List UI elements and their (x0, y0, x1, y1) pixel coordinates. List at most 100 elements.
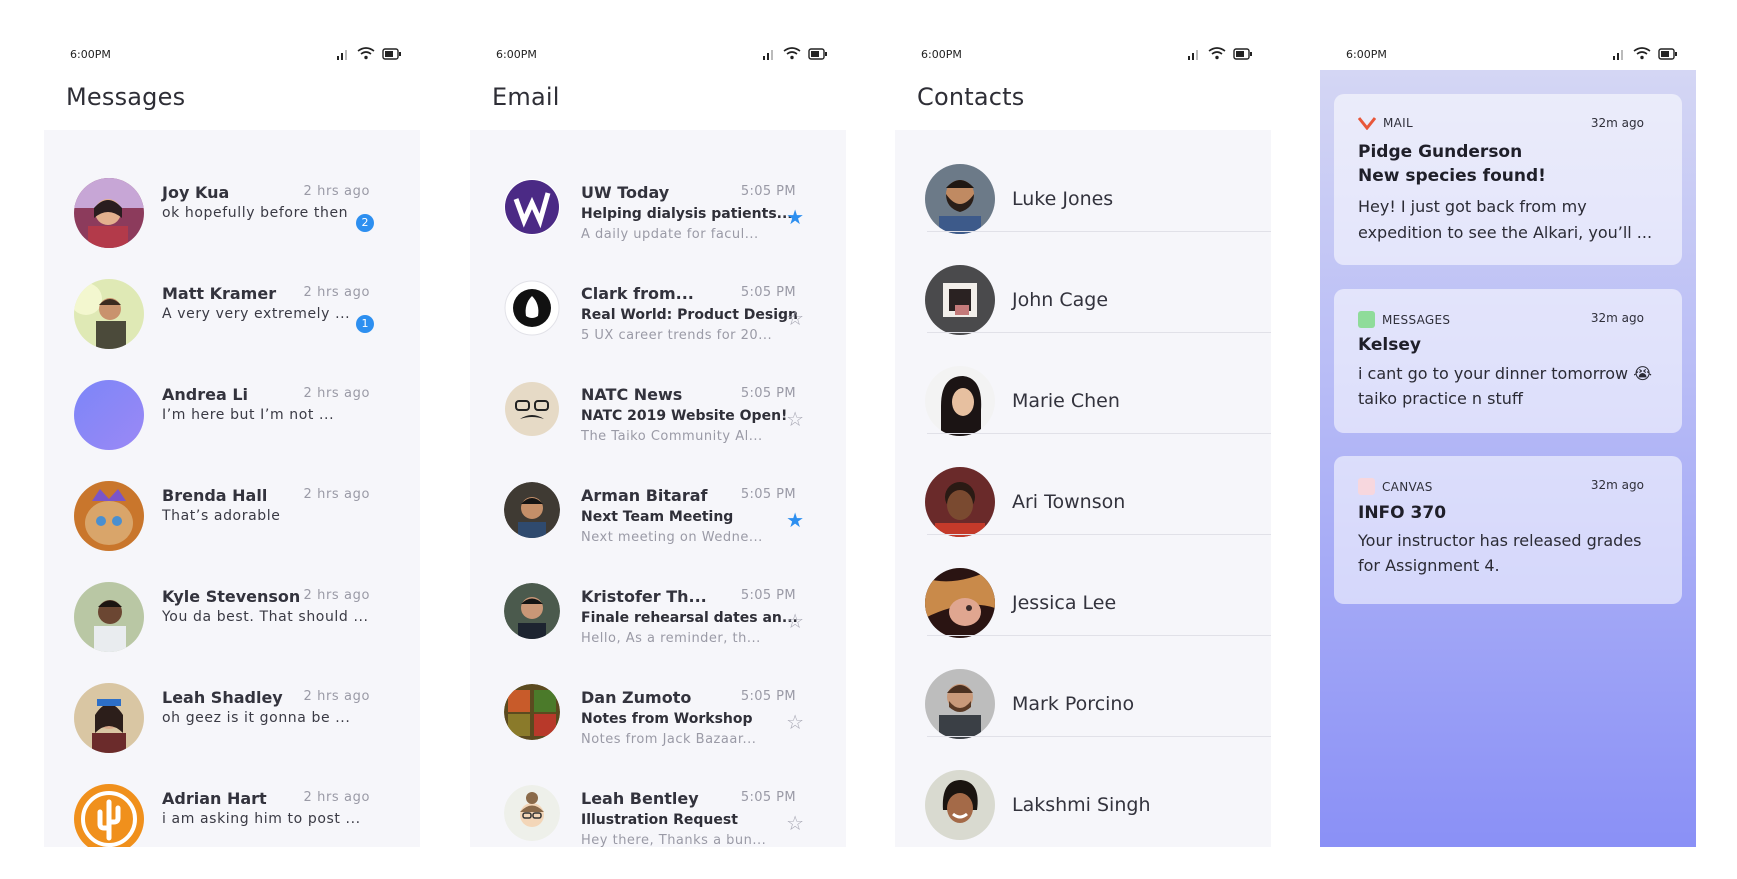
avatar (504, 583, 560, 639)
message-preview: That’s adorable (162, 508, 281, 524)
notification-shade: MAIL 32m ago Pidge Gunderson New species… (1320, 70, 1696, 847)
avatar (74, 279, 144, 349)
list-item[interactable]: John Cage (895, 231, 1271, 335)
avatar (925, 669, 995, 739)
contact-name: Lakshmi Singh (1012, 794, 1151, 816)
email-list: UW Today 5:05 PM Helping dialysis patien… (470, 130, 846, 847)
list-item[interactable]: NATC News 5:05 PM NATC 2019 Website Open… (470, 374, 846, 475)
notifications-screen: 6:00PM MAIL 32m ago Pidge Gunderson New … (1320, 36, 1696, 847)
sender-name: Kristofer Th... (581, 587, 707, 606)
email-preview: Notes from Jack Bazaar... (581, 732, 757, 747)
avatar (925, 770, 995, 840)
list-item[interactable]: Jessica Lee (895, 534, 1271, 638)
battery-icon (382, 47, 401, 60)
avatar (925, 467, 995, 537)
notification-age: 32m ago (1590, 311, 1644, 325)
list-item[interactable]: Matt Kramer 2 hrs ago A very very extrem… (44, 273, 420, 374)
list-item[interactable]: Clark from... 5:05 PM Real World: Produc… (470, 273, 846, 374)
unread-badge: 1 (356, 315, 374, 333)
avatar (925, 265, 995, 335)
star-icon[interactable]: ★ (786, 205, 804, 229)
wifi-icon (1633, 47, 1651, 60)
message-time: 2 hrs ago (303, 285, 370, 300)
battery-icon (808, 47, 827, 60)
email-subject: Finale rehearsal dates an... (581, 610, 798, 626)
contact-name: Luke Jones (1012, 188, 1114, 210)
star-icon[interactable]: ☆ (786, 407, 804, 431)
status-time: 6:00PM (1346, 48, 1387, 61)
notification-card[interactable]: CANVAS 32m ago INFO 370 Your instructor … (1334, 456, 1682, 604)
app-name: MESSAGES (1382, 312, 1451, 327)
email-time: 5:05 PM (740, 487, 796, 502)
battery-icon (1233, 47, 1252, 60)
email-preview: A daily update for facul... (581, 227, 759, 242)
notification-title: INFO 370 (1358, 503, 1447, 523)
sender-name: Leah Bentley (581, 789, 699, 808)
avatar (74, 582, 144, 652)
list-item[interactable]: Joy Kua 2 hrs ago ok hopefully before th… (44, 172, 420, 273)
list-item[interactable]: Leah Bentley 5:05 PM Illustration Reques… (470, 778, 846, 847)
sender-name: UW Today (581, 183, 670, 202)
message-time: 2 hrs ago (303, 386, 370, 401)
sender-name: Clark from... (581, 284, 694, 303)
messages-screen: 6:00PM Messages Joy Kua 2 hrs ago ok hop… (44, 36, 420, 847)
email-subject: NATC 2019 Website Open! (581, 408, 788, 424)
list-item[interactable]: Luke Jones (895, 130, 1271, 234)
battery-icon (1658, 47, 1677, 60)
sender-name: Arman Bitaraf (581, 486, 708, 505)
message-preview: I’m here but I’m not ... (162, 407, 335, 423)
list-item[interactable]: Kristofer Th... 5:05 PM Finale rehearsal… (470, 576, 846, 677)
list-item[interactable]: Kyle Stevenson 2 hrs ago You da best. Th… (44, 576, 420, 677)
star-icon[interactable]: ☆ (786, 811, 804, 835)
list-item[interactable]: Ari Townson (895, 433, 1271, 537)
status-time: 6:00PM (70, 48, 111, 61)
notification-title: Kelsey (1358, 335, 1421, 355)
avatar (925, 568, 995, 638)
page-title: Messages (66, 83, 186, 111)
contact-name: Jessica Lee (1012, 592, 1117, 614)
message-preview: A very very extremely ... (162, 306, 351, 322)
contact-name: John Cage (1012, 289, 1109, 311)
list-item[interactable]: Lakshmi Singh (895, 736, 1271, 840)
avatar (74, 784, 144, 847)
contacts-list: Luke Jones John Cage Marie Chen Ari Town… (895, 130, 1271, 847)
status-time: 6:00PM (921, 48, 962, 61)
email-preview: The Taiko Community Al... (581, 429, 763, 444)
email-time: 5:05 PM (740, 184, 796, 199)
star-icon[interactable]: ☆ (786, 609, 804, 633)
avatar (504, 381, 560, 437)
list-item[interactable]: UW Today 5:05 PM Helping dialysis patien… (470, 172, 846, 273)
sender-name: Leah Shadley (162, 688, 283, 707)
list-item[interactable]: Mark Porcino (895, 635, 1271, 739)
status-bar: 6:00PM (44, 44, 420, 64)
list-item[interactable]: Adrian Hart 2 hrs ago i am asking him to… (44, 778, 420, 847)
star-icon[interactable]: ☆ (786, 306, 804, 330)
list-item[interactable]: Arman Bitaraf 5:05 PM Next Team Meeting … (470, 475, 846, 576)
list-item[interactable]: Andrea Li 2 hrs ago I’m here but I’m not… (44, 374, 420, 475)
page-title: Email (492, 83, 560, 111)
list-item[interactable]: Dan Zumoto 5:05 PM Notes from Workshop N… (470, 677, 846, 778)
message-preview: oh geez is it gonna be ... (162, 710, 351, 726)
list-item[interactable]: Marie Chen (895, 332, 1271, 436)
avatar (504, 179, 560, 235)
email-time: 5:05 PM (740, 285, 796, 300)
notification-body: Hey! I just got back from my expedition … (1358, 197, 1653, 242)
list-item[interactable]: Leah Shadley 2 hrs ago oh geez is it gon… (44, 677, 420, 778)
star-icon[interactable]: ★ (786, 508, 804, 532)
email-time: 5:05 PM (740, 588, 796, 603)
avatar (925, 164, 995, 234)
notification-title: Pidge Gunderson New species found! (1358, 142, 1546, 186)
status-bar: 6:00PM (470, 44, 846, 64)
sender-name: Andrea Li (162, 385, 249, 404)
sender-name: Matt Kramer (162, 284, 277, 303)
star-icon[interactable]: ☆ (786, 710, 804, 734)
notification-age: 32m ago (1590, 116, 1644, 130)
list-item[interactable]: Brenda Hall 2 hrs ago That’s adorable (44, 475, 420, 576)
status-bar: 6:00PM (895, 44, 1271, 64)
notification-card[interactable]: MAIL 32m ago Pidge Gunderson New species… (1334, 94, 1682, 265)
email-preview: 5 UX career trends for 20... (581, 328, 773, 343)
signal-icon (1613, 49, 1623, 60)
notification-card[interactable]: MESSAGES 32m ago Kelsey i cant go to you… (1334, 289, 1682, 433)
notification-body: i cant go to your dinner tomorrow 😭 taik… (1358, 364, 1652, 408)
message-preview: i am asking him to post ... (162, 811, 361, 827)
